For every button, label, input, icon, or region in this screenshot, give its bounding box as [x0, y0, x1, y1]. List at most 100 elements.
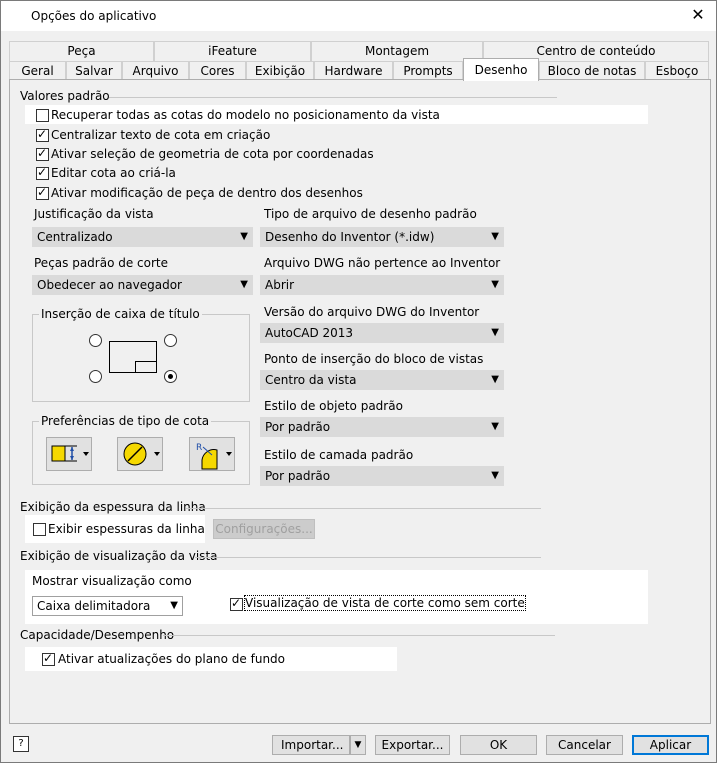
radio-bottom-right[interactable]: [164, 370, 177, 383]
tab-arquivo[interactable]: Arquivo: [122, 61, 189, 80]
diameter-dimension-icon: [123, 442, 160, 466]
tab-ifeature[interactable]: iFeature: [154, 41, 311, 61]
radius-dim-button[interactable]: R: [189, 437, 235, 471]
chevron-down-icon: ▼: [491, 279, 499, 290]
tab-montagem[interactable]: Montagem: [311, 41, 483, 61]
view-justification-label: Justificação da vista: [34, 207, 154, 221]
non-inventor-dwg-value: Abrir: [265, 278, 295, 292]
tab-esboco[interactable]: Esboço: [645, 61, 709, 80]
tab-geral[interactable]: Geral: [9, 61, 66, 80]
non-inventor-dwg-label: Arquivo DWG não pertence ao Inventor: [264, 256, 501, 270]
dwg-version-label: Versão do arquivo DWG do Inventor: [264, 305, 480, 319]
checkbox-line-weights[interactable]: [33, 523, 46, 536]
dialog-title: Opções do aplicativo: [31, 9, 157, 23]
help-icon[interactable]: ?: [13, 736, 29, 752]
checkbox-recuperar-cotas-label: Recuperar todas as cotas do modelo no po…: [51, 108, 440, 122]
section-divider: [195, 557, 541, 558]
chevron-down-icon: ▼: [170, 600, 178, 611]
default-layer-style-value: Por padrão: [265, 469, 331, 483]
cancel-button[interactable]: Cancelar: [546, 735, 623, 755]
section-valores-padrao: Valores padrão: [20, 89, 110, 103]
tab-bloco-notas[interactable]: Bloco de notas: [539, 61, 645, 80]
checkbox-modificacao-peca[interactable]: [36, 185, 49, 200]
line-weight-settings-button[interactable]: Configurações...: [213, 519, 315, 539]
section-parts-dropdown[interactable]: Obedecer ao navegador ▼: [32, 275, 253, 295]
linear-dim-button[interactable]: [46, 437, 92, 471]
tab-salvar[interactable]: Salvar: [66, 61, 122, 80]
radius-dimension-icon: R: [196, 443, 232, 470]
radio-bottom-left[interactable]: [89, 370, 102, 383]
linear-dimension-icon: [51, 445, 89, 462]
tab-desenho[interactable]: Desenho: [463, 58, 539, 81]
tab-peca[interactable]: Peça: [9, 41, 154, 61]
svg-text:R: R: [196, 443, 202, 453]
section-parts-value: Obedecer ao navegador: [37, 278, 182, 292]
section-parts-label: Peças padrão de corte: [34, 256, 169, 270]
chevron-down-icon: ▼: [240, 231, 248, 242]
chevron-down-icon: ▼: [491, 231, 499, 242]
diameter-dim-button[interactable]: [117, 437, 163, 471]
default-object-style-dropdown[interactable]: Por padrão ▼: [260, 417, 504, 437]
view-block-insertion-dropdown[interactable]: Centro da vista ▼: [260, 370, 504, 390]
dwg-version-dropdown[interactable]: AutoCAD 2013 ▼: [260, 323, 504, 343]
checkbox-background-updates-label: Ativar atualizações do plano de fundo: [58, 652, 286, 666]
section-line-weight: Exibição da espessura da linha: [20, 500, 206, 514]
section-view-preview: Exibição de visualização da vista: [20, 549, 218, 563]
checkbox-section-preview-label: Visualização de vista de corte como sem …: [244, 595, 526, 611]
default-file-type-label: Tipo de arquivo de desenho padrão: [264, 207, 477, 221]
section-capacity: Capacidade/Desempenho: [20, 628, 175, 642]
view-block-insertion-label: Ponto de inserção do bloco de vistas: [264, 352, 484, 366]
radio-top-right[interactable]: [164, 334, 177, 347]
checkbox-editar-cota-label: Editar cota ao criá-la: [51, 166, 176, 180]
view-justification-value: Centralizado: [37, 230, 113, 244]
chevron-down-icon: ▼: [240, 279, 248, 290]
checkbox-line-weights-label: Exibir espessuras da linha: [48, 522, 205, 536]
section-divider: [186, 508, 541, 509]
view-block-insertion-value: Centro da vista: [265, 373, 357, 387]
dwg-version-value: AutoCAD 2013: [265, 326, 354, 340]
checkbox-selecao-geometria[interactable]: [36, 146, 49, 161]
dim-prefs-group-label: Preferências de tipo de cota: [39, 414, 212, 428]
sheet-preview-icon: [109, 341, 157, 373]
title-block-group-label: Inserção de caixa de título: [39, 307, 202, 321]
section-divider: [109, 97, 557, 98]
checkbox-editar-cota[interactable]: [36, 165, 49, 180]
title-bar: Opções do aplicativo ✕: [1, 1, 716, 31]
default-object-style-value: Por padrão: [265, 420, 331, 434]
show-preview-as-dropdown[interactable]: Caixa delimitadora ▼: [32, 596, 183, 616]
app-options-dialog: Opções do aplicativo ✕ Peça iFeature Mon…: [0, 0, 717, 763]
checkbox-centralizar-texto[interactable]: [36, 127, 49, 142]
export-button[interactable]: Exportar...: [375, 735, 450, 755]
tab-hardware[interactable]: Hardware: [314, 61, 393, 80]
show-preview-as-value: Caixa delimitadora: [37, 599, 151, 613]
tab-exibicao[interactable]: Exibição: [246, 61, 314, 80]
import-dropdown-button[interactable]: ▼: [350, 735, 366, 755]
show-preview-as-label: Mostrar visualização como: [32, 574, 192, 588]
tab-prompts[interactable]: Prompts: [393, 61, 463, 80]
default-file-type-value: Desenho do Inventor (*.idw): [265, 230, 435, 244]
checkbox-centralizar-texto-label: Centralizar texto de cota em criação: [51, 128, 271, 142]
apply-button[interactable]: Aplicar: [632, 735, 709, 755]
chevron-down-icon: ▼: [491, 374, 499, 385]
default-object-style-label: Estilo de objeto padrão: [264, 399, 403, 413]
chevron-down-icon: ▼: [491, 470, 499, 481]
tab-cores[interactable]: Cores: [189, 61, 246, 80]
checkbox-modificacao-peca-label: Ativar modificação de peça de dentro dos…: [51, 186, 363, 200]
import-button[interactable]: Importar...: [272, 735, 350, 755]
non-inventor-dwg-dropdown[interactable]: Abrir ▼: [260, 275, 504, 295]
checkbox-selecao-geometria-label: Ativar seleção de geometria de cota por …: [51, 147, 374, 161]
radio-top-left[interactable]: [89, 334, 102, 347]
checkbox-background-updates[interactable]: [42, 651, 55, 666]
default-layer-style-label: Estilo de camada padrão: [264, 448, 414, 462]
checkbox-section-preview[interactable]: [230, 596, 243, 611]
checkbox-recuperar-cotas[interactable]: [36, 109, 49, 122]
close-icon[interactable]: ✕: [688, 5, 708, 25]
view-justification-dropdown[interactable]: Centralizado ▼: [32, 227, 253, 247]
title-block-icon: [135, 361, 156, 372]
default-file-type-dropdown[interactable]: Desenho do Inventor (*.idw) ▼: [260, 227, 504, 247]
chevron-down-icon: ▼: [491, 421, 499, 432]
ok-button[interactable]: OK: [460, 735, 537, 755]
chevron-down-icon: ▼: [354, 740, 362, 750]
default-layer-style-dropdown[interactable]: Por padrão ▼: [260, 466, 504, 486]
section-divider: [163, 635, 555, 636]
